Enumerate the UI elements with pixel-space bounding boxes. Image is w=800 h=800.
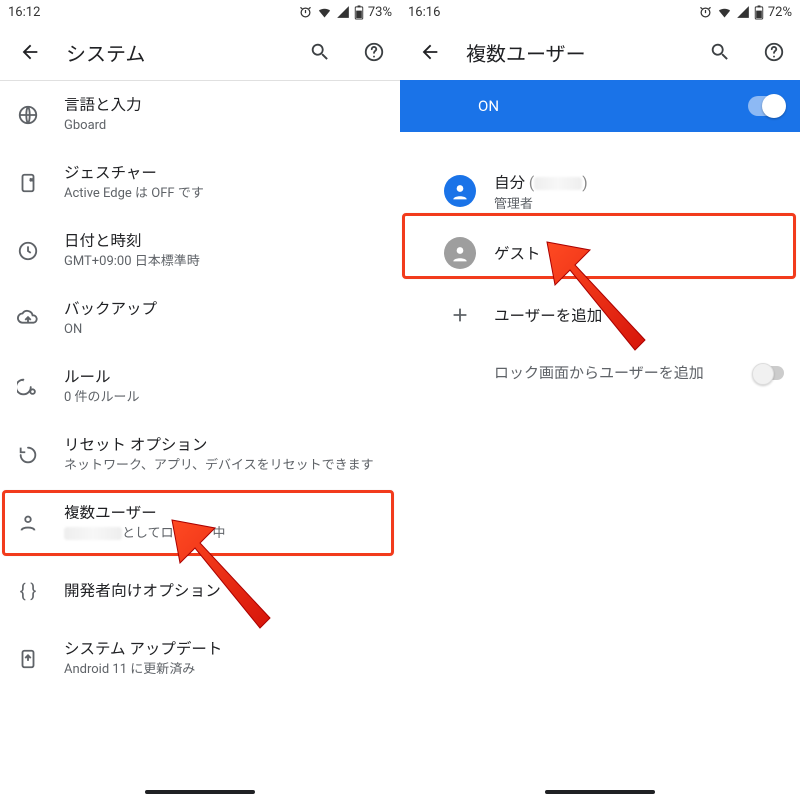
reset-icon [17,444,39,466]
user-self-row[interactable]: 自分 () 管理者 [400,160,800,222]
status-time: 16:12 [8,5,40,20]
help-icon [763,41,785,63]
row-reset[interactable]: リセット オプション ネットワーク、アプリ、デバイスをリセットできます [0,421,400,489]
row-title: 日付と時刻 [64,231,384,251]
person-icon [17,512,39,534]
toggle-off-icon [754,366,784,380]
search-button[interactable] [702,34,738,70]
gesture-icon [17,172,39,194]
row-datetime[interactable]: 日付と時刻 GMT+09:00 日本標準時 [0,217,400,285]
arrow-back-icon [19,41,41,63]
master-switch[interactable]: ON [400,80,800,132]
row-developer[interactable]: { } 開発者向けオプション [0,557,400,625]
search-button[interactable] [302,34,338,70]
row-title: 開発者向けオプション [64,581,384,601]
app-bar: システム [0,24,400,80]
back-button[interactable] [412,34,448,70]
help-button[interactable] [356,34,392,70]
user-self-title: 自分 () [494,171,780,193]
row-title: リセット オプション [64,435,384,455]
row-sub: Gboard [64,118,384,135]
battery-icon [354,5,364,20]
add-user-title: ユーザーを追加 [494,304,780,326]
user-guest-row[interactable]: ゲスト [400,222,800,284]
braces-icon: { } [14,581,42,602]
status-bar: 16:16 72% [400,0,800,24]
navbar-handle[interactable] [545,790,655,794]
back-button[interactable] [12,34,48,70]
row-multiuser[interactable]: 複数ユーザー としてログイン中 [0,489,400,557]
row-rules[interactable]: ルール 0 件のルール [0,353,400,421]
search-icon [709,41,731,63]
search-icon [309,41,331,63]
settings-list: 言語と入力 Gboard ジェスチャー Active Edge は OFF です… [0,81,400,800]
row-title: ルール [64,367,384,387]
right-pane: 16:16 72% 複数ユーザー ON 自分 () [400,0,800,800]
clock-icon [17,240,39,262]
avatar-guest [444,237,476,269]
add-user-row[interactable]: ユーザーを追加 [400,284,800,346]
app-bar: 複数ユーザー [400,24,800,80]
status-icons: 72% [698,5,792,20]
user-self-sub: 管理者 [494,193,780,212]
row-title: システム アップデート [64,639,384,659]
wifi-icon [317,5,332,20]
row-gesture[interactable]: ジェスチャー Active Edge は OFF です [0,149,400,217]
row-sub: としてログイン中 [64,526,384,543]
row-update[interactable]: システム アップデート Android 11 に更新済み [0,625,400,693]
navbar-handle[interactable] [145,790,255,794]
row-title: 複数ユーザー [64,503,384,523]
row-backup[interactable]: バックアップ ON [0,285,400,353]
globe-icon [17,104,39,126]
backup-icon [17,308,39,330]
help-icon [363,41,385,63]
page-title: システム [66,38,284,67]
status-bar: 16:12 73% [0,0,400,24]
wifi-icon [717,5,732,20]
user-guest-title: ゲスト [494,242,780,264]
battery-text: 73% [368,5,392,20]
row-title: 言語と入力 [64,95,384,115]
update-icon [17,648,39,670]
arrow-back-icon [419,41,441,63]
page-title: 複数ユーザー [466,38,684,67]
plus-icon [444,299,476,331]
lock-label: ロック画面からユーザーを追加 [494,362,704,383]
row-language[interactable]: 言語と入力 Gboard [0,81,400,149]
signal-icon [736,5,750,19]
row-title: ジェスチャー [64,163,384,183]
row-title: バックアップ [64,299,384,319]
status-time: 16:16 [408,5,440,20]
lock-screen-add-row[interactable]: ロック画面からユーザーを追加 [400,346,800,399]
row-sub: ON [64,322,384,339]
battery-text: 72% [768,5,792,20]
switch-label: ON [478,97,499,115]
signal-icon [336,5,350,19]
help-button[interactable] [756,34,792,70]
row-sub: GMT+09:00 日本標準時 [64,254,384,271]
battery-icon [754,5,764,20]
left-pane: 16:12 73% システム 言語と入力 Gboard [0,0,400,800]
avatar-self [444,175,476,207]
row-sub: ネットワーク、アプリ、デバイスをリセットできます [64,458,384,475]
row-sub: 0 件のルール [64,390,384,407]
alarm-icon [698,5,713,20]
row-sub: Android 11 に更新済み [64,662,384,679]
rules-icon [17,376,39,398]
alarm-icon [298,5,313,20]
status-icons: 73% [298,5,392,20]
toggle-on-icon [748,96,784,116]
row-sub: Active Edge は OFF です [64,186,384,203]
